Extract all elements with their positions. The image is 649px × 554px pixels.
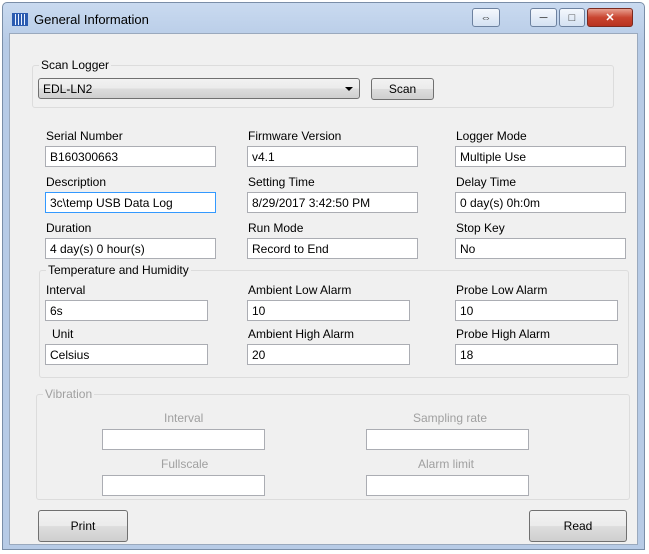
stop-key-field[interactable]: No [455,238,626,259]
scan-button[interactable]: Scan [371,78,434,100]
vibration-interval-field [102,429,265,450]
temp-humidity-legend: Temperature and Humidity [48,263,189,277]
interval-field[interactable]: 6s [45,300,208,321]
general-information-window: General Information ⇔ ─ □ ✕ Scan Logger … [2,2,645,550]
description-field[interactable]: 3c\temp USB Data Log [45,192,216,213]
chevron-down-icon[interactable] [345,87,353,91]
minimize-icon[interactable]: ─ [530,8,557,27]
switch-arrows-icon[interactable]: ⇔ [472,8,500,27]
duration-label: Duration [46,221,92,235]
run-mode-field[interactable]: Record to End [247,238,418,259]
title-bar[interactable]: General Information ⇔ ─ □ ✕ [3,3,644,33]
run-mode-label: Run Mode [248,221,304,235]
unit-field[interactable]: Celsius [45,344,208,365]
serial-number-field[interactable]: B160300663 [45,146,216,167]
logger-mode-label: Logger Mode [456,129,527,143]
close-icon[interactable]: ✕ [587,8,633,27]
logger-select[interactable]: EDL-LN2 [38,78,360,99]
probe-low-alarm-label: Probe Low Alarm [456,283,548,297]
duration-field[interactable]: 4 day(s) 0 hour(s) [45,238,216,259]
ambient-high-alarm-label: Ambient High Alarm [248,327,355,341]
interval-label: Interval [46,283,86,297]
fullscale-field [102,475,265,496]
ambient-low-alarm-label: Ambient Low Alarm [248,283,352,297]
serial-number-label: Serial Number [46,129,123,143]
alarm-limit-label: Alarm limit [418,457,474,471]
probe-high-alarm-label: Probe High Alarm [456,327,551,341]
ambient-high-alarm-field[interactable]: 20 [247,344,410,365]
sampling-rate-label: Sampling rate [413,411,488,425]
probe-low-alarm-field[interactable]: 10 [455,300,618,321]
print-button[interactable]: Print [38,510,128,542]
probe-high-alarm-field[interactable]: 18 [455,344,618,365]
unit-label: Unit [52,327,74,341]
firmware-version-label: Firmware Version [248,129,342,143]
maximize-icon[interactable]: □ [559,8,585,27]
setting-time-field[interactable]: 8/29/2017 3:42:50 PM [247,192,418,213]
client-area: Scan Logger EDL-LN2 Scan Serial Number B… [9,33,638,545]
setting-time-label: Setting Time [248,175,315,189]
delay-time-field[interactable]: 0 day(s) 0h:0m [455,192,626,213]
read-button[interactable]: Read [529,510,627,542]
firmware-version-field[interactable]: v4.1 [247,146,418,167]
logger-icon [12,13,28,26]
delay-time-label: Delay Time [456,175,517,189]
stop-key-label: Stop Key [456,221,505,235]
logger-mode-field[interactable]: Multiple Use [455,146,626,167]
ambient-low-alarm-field[interactable]: 10 [247,300,410,321]
scan-logger-legend: Scan Logger [41,58,110,72]
vibration-legend: Vibration [45,387,93,401]
vibration-interval-label: Interval [164,411,204,425]
alarm-limit-field [366,475,529,496]
logger-select-value: EDL-LN2 [43,82,93,96]
sampling-rate-field [366,429,529,450]
window-title: General Information [34,12,149,27]
description-label: Description [46,175,107,189]
fullscale-label: Fullscale [161,457,209,471]
